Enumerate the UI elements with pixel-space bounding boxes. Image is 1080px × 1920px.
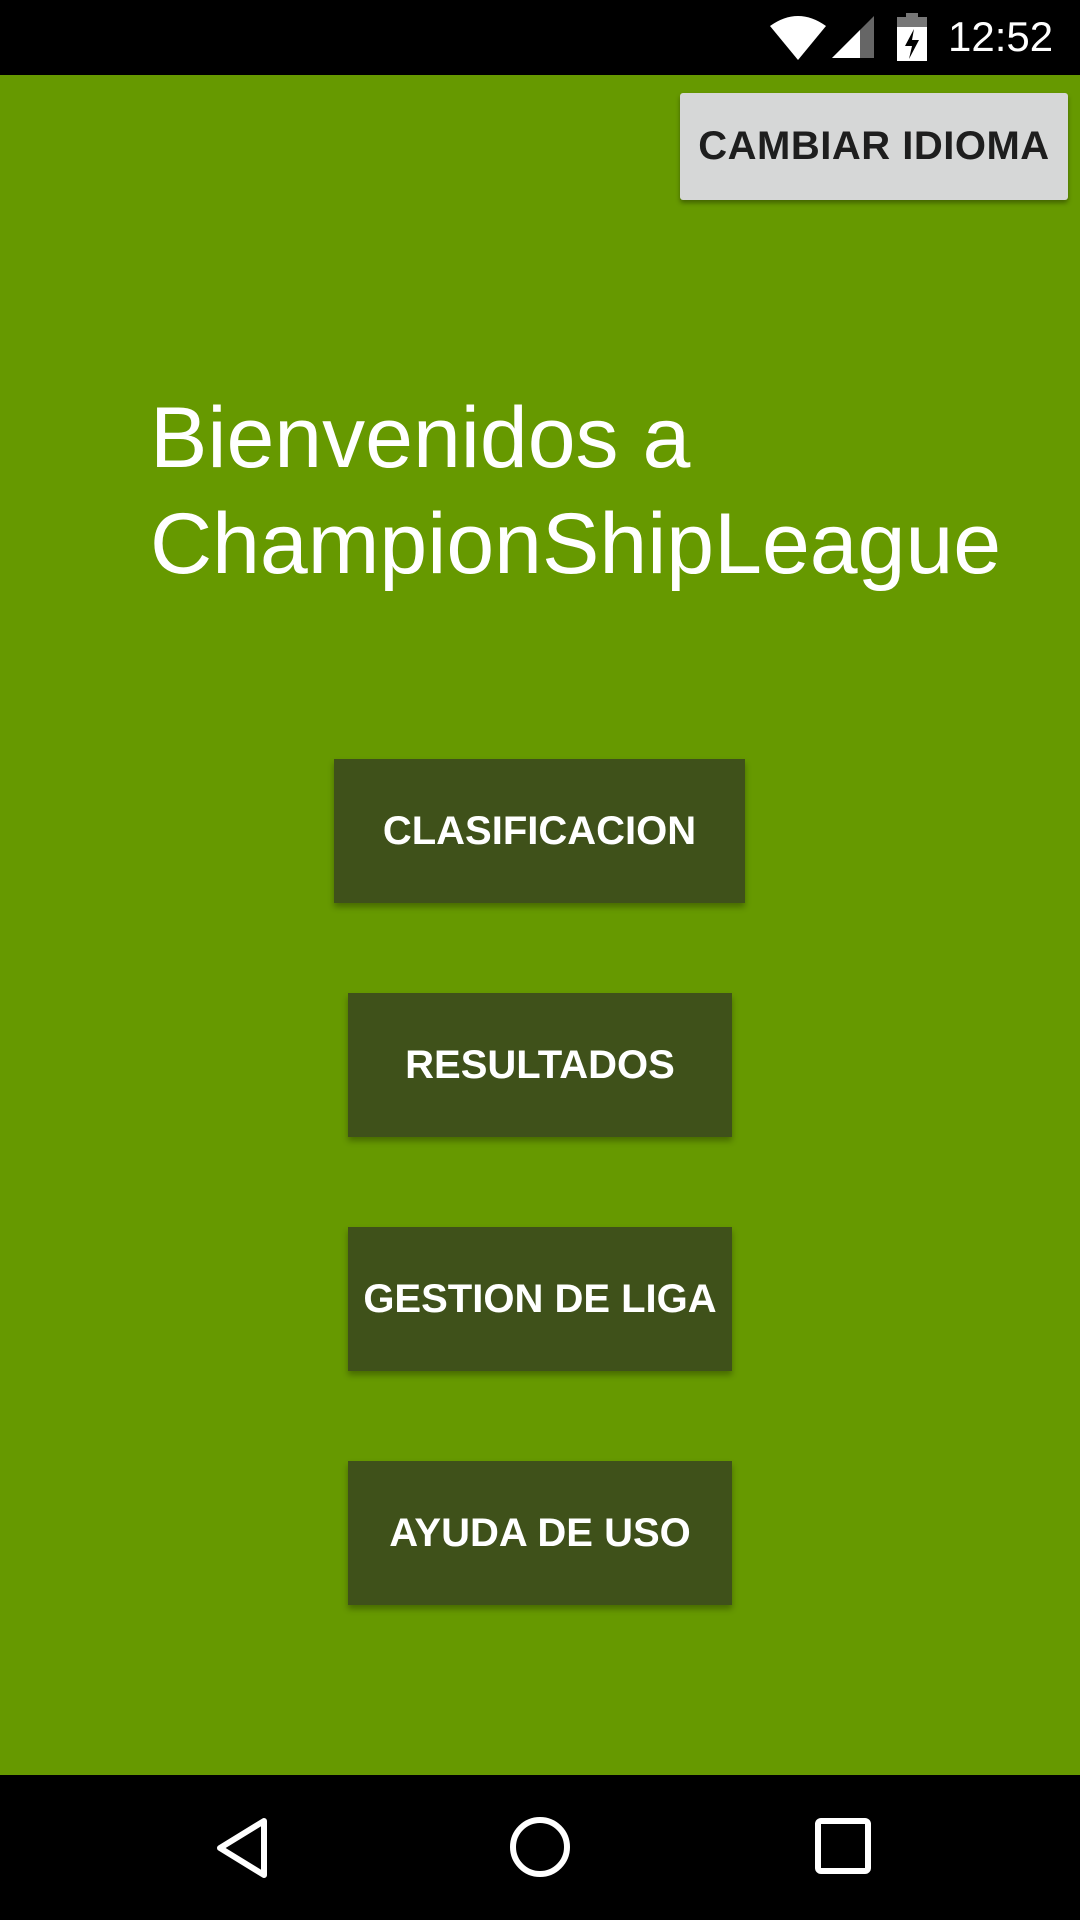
- status-bar: 12:52: [0, 0, 1080, 75]
- standings-button[interactable]: CLASIFICACION: [334, 759, 745, 903]
- wifi-icon: [770, 16, 826, 60]
- back-icon[interactable]: [210, 1815, 276, 1881]
- change-language-button[interactable]: CAMBIAR IDIOMA: [680, 93, 1068, 200]
- status-clock: 12:52: [948, 13, 1054, 60]
- usage-help-button[interactable]: AYUDA DE USO: [348, 1461, 732, 1605]
- main-content: CAMBIAR IDIOMA Bienvenidos a ChampionShi…: [0, 75, 1080, 1775]
- battery-charging-icon: [897, 13, 927, 61]
- recents-icon[interactable]: [812, 1815, 874, 1877]
- app-screen: 12:52 CAMBIAR IDIOMA Bienvenidos a Champ…: [0, 0, 1080, 1920]
- home-icon[interactable]: [506, 1813, 574, 1881]
- welcome-title: Bienvenidos a ChampionShipLeague: [150, 390, 1002, 592]
- navigation-bar: [0, 1775, 1080, 1920]
- league-management-button[interactable]: GESTION DE LIGA: [348, 1227, 732, 1371]
- cell-signal-icon: [832, 16, 874, 58]
- results-button[interactable]: RESULTADOS: [348, 993, 732, 1137]
